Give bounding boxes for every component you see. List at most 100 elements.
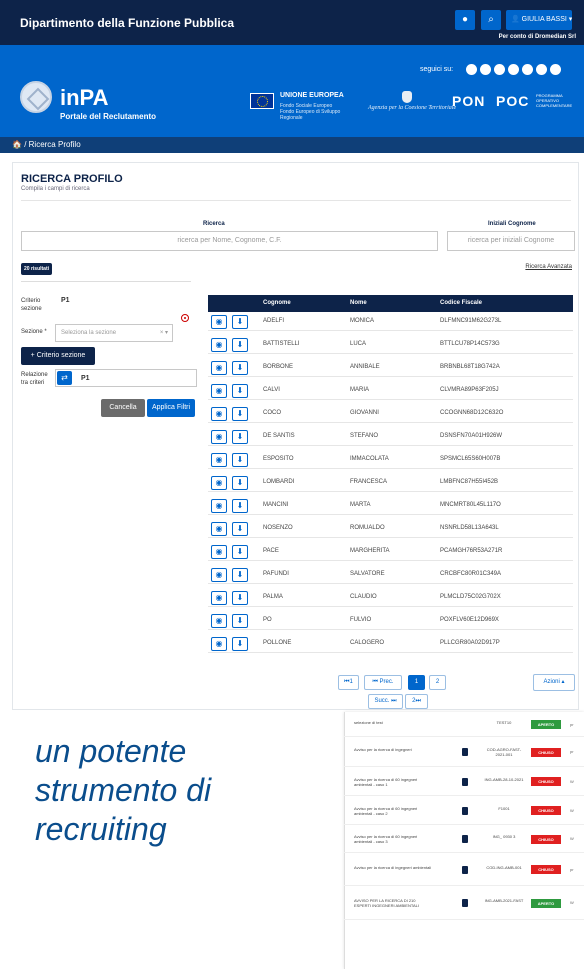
- cell-codice-fiscale: LMBFNC87H55I452B: [440, 479, 499, 485]
- relazione-field[interactable]: [55, 369, 197, 387]
- poc-logo: POC: [496, 93, 530, 109]
- download-icon[interactable]: ⬇: [232, 568, 248, 582]
- search-icon[interactable]: ⌕: [481, 10, 501, 30]
- table-row: ◉ ⬇ CALVI MARIA CLVMRA89P63F205J: [208, 381, 573, 400]
- download-icon[interactable]: ⬇: [232, 637, 248, 651]
- view-eye-icon[interactable]: ◉: [211, 522, 227, 536]
- swap-icon[interactable]: ⇄: [57, 371, 72, 385]
- selection-code: ING-AMB-2021-FAST: [484, 898, 524, 903]
- spotify-icon[interactable]: [550, 64, 561, 75]
- download-icon[interactable]: ⬇: [232, 545, 248, 559]
- document-icon[interactable]: [462, 777, 468, 786]
- document-icon[interactable]: [462, 899, 468, 907]
- linkedin-icon[interactable]: [522, 64, 533, 75]
- download-icon[interactable]: ⬇: [232, 384, 248, 398]
- twitter-icon[interactable]: [480, 64, 491, 75]
- selection-extra: W: [570, 900, 574, 905]
- cell-nome: GIOVANNI: [350, 410, 379, 416]
- add-criterio-button[interactable]: + Criterio sezione: [21, 347, 95, 365]
- download-icon[interactable]: ⬇: [232, 476, 248, 490]
- status-badge: CHIUSO: [531, 834, 561, 844]
- view-eye-icon[interactable]: ◉: [211, 637, 227, 651]
- cell-cognome: BATTISTELLI: [263, 341, 300, 347]
- page-1-button[interactable]: 1: [408, 675, 425, 690]
- download-icon[interactable]: ⬇: [232, 591, 248, 605]
- view-eye-icon[interactable]: ◉: [211, 384, 227, 398]
- download-icon[interactable]: ⬇: [232, 338, 248, 352]
- info-icon[interactable]: ●: [455, 10, 475, 30]
- first-page-button[interactable]: ⏮1: [338, 675, 359, 690]
- document-icon[interactable]: [462, 865, 468, 874]
- document-icon[interactable]: [462, 748, 468, 756]
- view-eye-icon[interactable]: ◉: [211, 315, 227, 329]
- top-bar: Dipartimento della Funzione Pubblica ● ⌕…: [0, 0, 584, 45]
- brand-logo[interactable]: inPA: [60, 85, 108, 111]
- relazione-label: Relazione tra criteri: [21, 372, 48, 386]
- selection-extra: W: [570, 836, 574, 841]
- advanced-search-link[interactable]: Ricerca Avanzata: [525, 264, 572, 270]
- prev-page-button[interactable]: ⏮ Prec.: [364, 675, 402, 690]
- user-menu-button[interactable]: 👤 GIULIA BASSI ▾: [506, 10, 572, 30]
- view-eye-icon[interactable]: ◉: [211, 545, 227, 559]
- table-header: Cognome Nome Codice Fiscale: [208, 295, 573, 312]
- view-eye-icon[interactable]: ◉: [211, 338, 227, 352]
- cell-codice-fiscale: CLVMRA89P63F205J: [440, 387, 499, 393]
- column-codice-fiscale[interactable]: Codice Fiscale: [440, 295, 482, 312]
- page-2-button[interactable]: 2: [429, 675, 446, 690]
- next-page-button[interactable]: Succ. ⏭: [368, 694, 403, 709]
- last-page-label: 2: [412, 698, 416, 704]
- selection-row: AVVISO PER LA RICERCA DI 210 ESPERTI ING…: [344, 886, 584, 920]
- download-icon[interactable]: ⬇: [232, 361, 248, 375]
- selection-description: Avviso per la ricerca di ingegneri: [354, 747, 412, 752]
- selection-code: COD-ING-AMB-001: [486, 864, 522, 870]
- document-icon[interactable]: [462, 806, 468, 815]
- view-eye-icon[interactable]: ◉: [211, 614, 227, 628]
- download-icon[interactable]: ⬇: [232, 315, 248, 329]
- apply-filters-button[interactable]: Applica Filtri: [147, 399, 195, 417]
- view-eye-icon[interactable]: ◉: [211, 568, 227, 582]
- ricerca-input[interactable]: ricerca per Nome, Cognome, C.F.: [21, 231, 438, 251]
- view-eye-icon[interactable]: ◉: [211, 407, 227, 421]
- download-icon[interactable]: ⬇: [232, 453, 248, 467]
- table-row: ◉ ⬇ PALMA CLAUDIO PLMCLD75C02G702X: [208, 588, 573, 607]
- download-icon[interactable]: ⬇: [232, 522, 248, 536]
- next-page-label: Succ.: [374, 698, 390, 704]
- home-icon[interactable]: 🏠: [12, 140, 22, 149]
- actions-menu-button[interactable]: Azioni ▴: [533, 674, 575, 691]
- view-eye-icon[interactable]: ◉: [211, 591, 227, 605]
- instagram-icon[interactable]: [494, 64, 505, 75]
- download-icon[interactable]: ⬇: [232, 430, 248, 444]
- column-nome[interactable]: Nome: [350, 295, 367, 312]
- telegram-icon[interactable]: [536, 64, 547, 75]
- column-cognome[interactable]: Cognome: [263, 295, 291, 312]
- selection-extra: W: [570, 807, 574, 813]
- view-eye-icon[interactable]: ◉: [211, 499, 227, 513]
- download-icon[interactable]: ⬇: [232, 614, 248, 628]
- last-page-button[interactable]: 2⏭: [405, 694, 428, 709]
- iniziali-input[interactable]: ricerca per iniziali Cognome: [447, 231, 575, 251]
- youtube-icon[interactable]: [508, 64, 519, 75]
- selection-description: Avviso per la ricerca di 60 ingegneri am…: [354, 776, 418, 787]
- per-conto-label: Per conto di Dromedian Srl: [498, 34, 576, 40]
- divider: [21, 200, 571, 201]
- remove-criterio-icon[interactable]: [181, 314, 189, 322]
- download-icon[interactable]: ⬇: [232, 499, 248, 513]
- download-icon[interactable]: ⬇: [232, 407, 248, 421]
- document-icon[interactable]: [462, 835, 468, 843]
- ricerca-label: Ricerca: [203, 221, 225, 227]
- first-page-label: 1: [349, 679, 353, 685]
- view-eye-icon[interactable]: ◉: [211, 361, 227, 375]
- sezione-select[interactable]: Seleziona la sezione × ▾: [55, 324, 173, 342]
- cell-cognome: ADELFI: [263, 318, 285, 324]
- table-row: ◉ ⬇ NOSENZO ROMUALDO NSNRLD58L13A643L: [208, 519, 573, 538]
- view-eye-icon[interactable]: ◉: [211, 476, 227, 490]
- cancel-button[interactable]: Cancella: [101, 399, 145, 417]
- criterio-value: P1: [61, 297, 70, 304]
- view-eye-icon[interactable]: ◉: [211, 453, 227, 467]
- table-row: ◉ ⬇ POLLONE CALOGERO PLLCGR80A02D917P: [208, 634, 573, 653]
- selection-extra: pr: [570, 721, 574, 727]
- cell-nome: IMMACOLATA: [350, 456, 389, 462]
- facebook-icon[interactable]: [466, 64, 477, 75]
- eu-subtitle: Fondo Sociale Europeo Fondo Europeo di S…: [280, 103, 341, 121]
- view-eye-icon[interactable]: ◉: [211, 430, 227, 444]
